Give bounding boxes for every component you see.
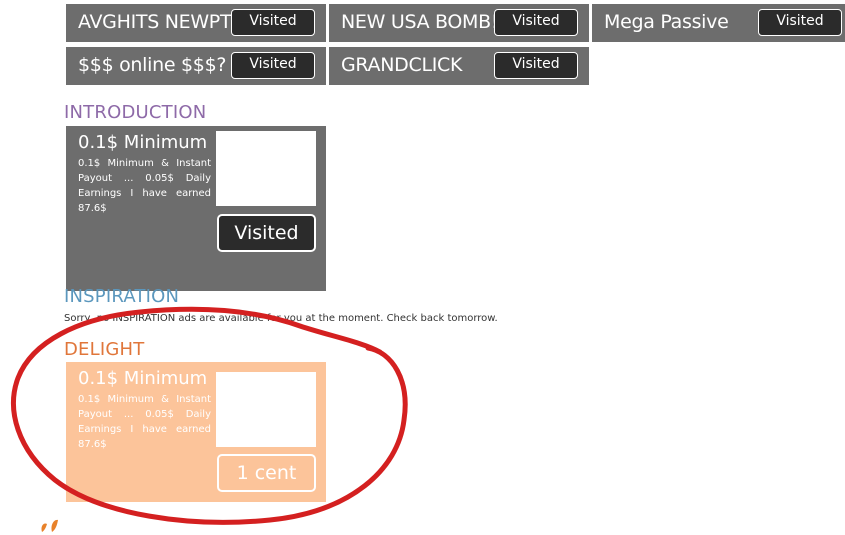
ad-card-delight[interactable]: 0.1$ Minimum 0.1$ Minimum & Instant Payo…	[66, 362, 326, 502]
ad-card-description: 0.1$ Minimum & Instant Payout ... 0.05$ …	[78, 394, 211, 450]
ad-card-title: 0.1$ Minimum	[78, 368, 208, 389]
ad-tile-grandclick[interactable]: GRANDCLICK Visited	[329, 47, 589, 85]
no-ads-notice: Sorry, no INSPIRATION ads are available …	[64, 313, 498, 324]
ad-card-introduction[interactable]: 0.1$ Minimum 0.1$ Minimum & Instant Payo…	[66, 126, 326, 291]
ad-tile-new-usa-bomb[interactable]: NEW USA BOMB! Visited	[329, 4, 589, 42]
ad-tile-avghits[interactable]: AVGHITS NEWPTC Visited	[66, 4, 326, 42]
ad-card-thumbnail	[216, 372, 316, 447]
leaf-logo-icon	[41, 519, 58, 532]
one-cent-button[interactable]: 1 cent	[217, 454, 316, 492]
ad-tile-title: Mega Passive	[604, 11, 729, 33]
ad-card-description: 0.1$ Minimum & Instant Payout ... 0.05$ …	[78, 158, 211, 214]
visited-button[interactable]: Visited	[494, 9, 578, 36]
section-heading-delight: DELIGHT	[64, 339, 145, 360]
visited-button[interactable]: Visited	[494, 52, 578, 79]
visited-button[interactable]: Visited	[758, 9, 842, 36]
ad-tile-title: AVGHITS NEWPTC	[78, 11, 244, 33]
visited-button[interactable]: Visited	[231, 52, 315, 79]
visited-button[interactable]: Visited	[231, 9, 315, 36]
section-heading-introduction: INTRODUCTION	[64, 102, 207, 123]
ad-tile-online[interactable]: $$$ online $$$? Visited	[66, 47, 326, 85]
ad-card-title: 0.1$ Minimum	[78, 132, 208, 153]
ad-card-thumbnail	[216, 131, 316, 206]
section-heading-inspiration: INSPIRATION	[64, 286, 180, 307]
ad-tile-mega-passive[interactable]: Mega Passive Visited	[592, 4, 845, 42]
ad-tile-title: GRANDCLICK	[341, 54, 463, 76]
ad-tile-title: $$$ online $$$?	[78, 54, 227, 76]
ad-tile-title: NEW USA BOMB!	[341, 11, 499, 33]
visited-button[interactable]: Visited	[217, 214, 316, 252]
